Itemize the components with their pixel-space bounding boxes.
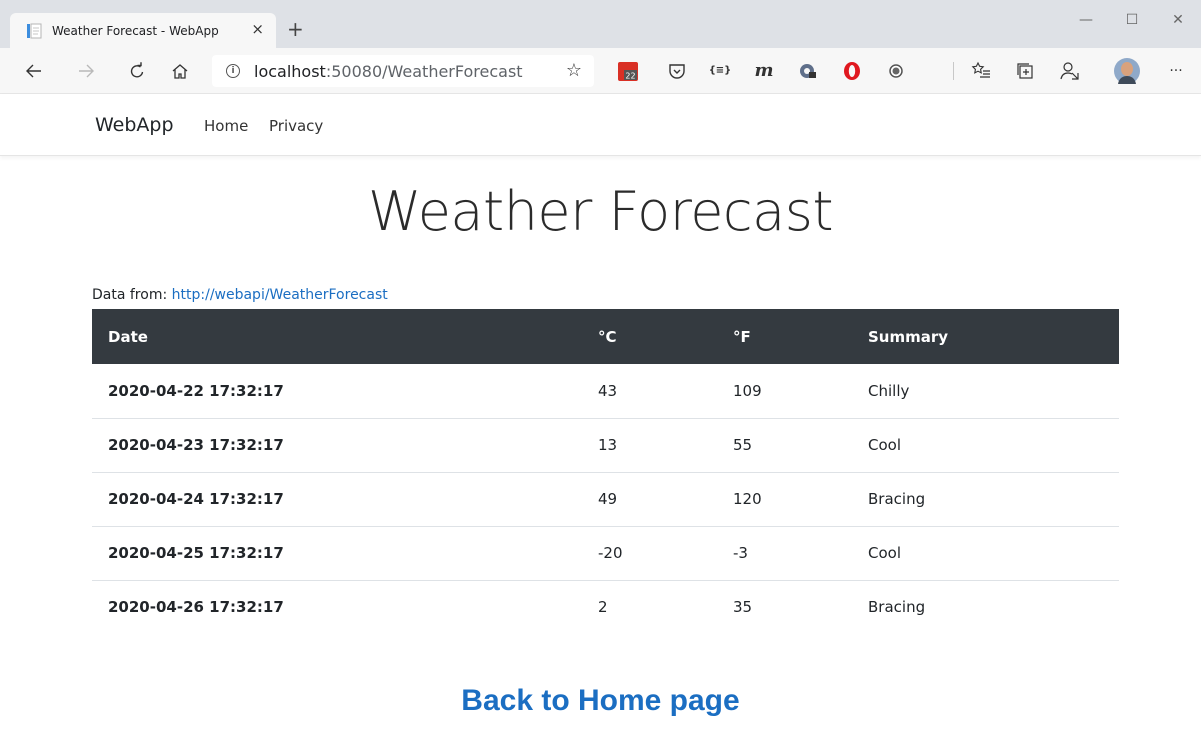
profile-switch-icon[interactable] <box>1058 59 1082 83</box>
cell-fahrenheit: 35 <box>733 598 753 617</box>
cell-fahrenheit: -3 <box>717 526 852 581</box>
cell-summary: Cool <box>852 526 1119 581</box>
forward-arrow-icon <box>74 59 98 83</box>
new-tab-icon[interactable]: + <box>287 18 304 40</box>
data-source-link[interactable]: http://webapi/WeatherForecast <box>172 287 388 303</box>
info-icon[interactable]: i <box>226 64 240 78</box>
page-title: Weather Forecast <box>367 180 834 243</box>
address-bar[interactable]: i localhost:50080/WeatherForecast ☆ <box>212 55 594 87</box>
toolbar-separator <box>953 62 954 80</box>
table-header-row: Date °C °F Summary <box>92 309 1119 364</box>
brand-link[interactable]: WebApp <box>95 114 174 136</box>
cell-fahrenheit: 55 <box>717 418 852 473</box>
back-arrow-icon[interactable] <box>22 59 46 83</box>
home-icon[interactable] <box>168 59 192 83</box>
tab-title: Weather Forecast - WebApp <box>52 23 219 38</box>
cell-date: 2020-04-24 17:32:17 <box>92 472 582 527</box>
header-date: Date <box>108 327 148 346</box>
cell-date: 2020-04-22 17:32:17 <box>92 364 582 419</box>
header-summary: Summary <box>868 327 949 346</box>
avatar[interactable] <box>1113 57 1141 85</box>
cell-summary: Chilly <box>852 364 1119 419</box>
site-navbar: WebApp Home Privacy <box>0 94 1201 156</box>
browser-tab[interactable]: Weather Forecast - WebApp × <box>10 13 276 48</box>
close-window-icon[interactable]: ✕ <box>1155 0 1201 40</box>
cell-date: 2020-04-23 17:32:17 <box>92 418 582 473</box>
forecast-table: Date °C °F Summary 2020-04-22 17:32:17 4… <box>92 309 1119 634</box>
header-fahrenheit: °F <box>733 327 751 346</box>
cell-celsius: 2 <box>598 598 608 617</box>
cell-summary: Bracing <box>868 598 926 617</box>
page-icon <box>26 23 42 39</box>
table-row: 2020-04-23 17:32:17 13 55 Cool <box>92 418 1119 473</box>
table-row: 2020-04-26 17:32:17 2 35 Bracing <box>92 580 1119 634</box>
collections-icon[interactable] <box>1013 59 1037 83</box>
nav-link-home[interactable]: Home <box>204 117 248 135</box>
data-source-label: Data from: <box>92 287 168 303</box>
opera-icon[interactable] <box>840 59 864 83</box>
maximize-icon[interactable]: ☐ <box>1109 0 1155 40</box>
cell-celsius: 13 <box>582 418 717 473</box>
lock-extension-icon[interactable] <box>796 59 820 83</box>
svg-text:22: 22 <box>625 72 635 81</box>
calendar-extension-icon[interactable]: 22 <box>616 59 640 83</box>
m-extension-icon[interactable]: m <box>752 59 776 83</box>
browser-toolbar: i localhost:50080/WeatherForecast ☆ 22 {… <box>0 48 1201 94</box>
cell-summary: Bracing <box>852 472 1119 527</box>
cell-celsius: 43 <box>582 364 717 419</box>
cell-fahrenheit: 109 <box>717 364 852 419</box>
more-icon[interactable]: ··· <box>1164 59 1188 83</box>
window-controls: — ☐ ✕ <box>1063 0 1201 40</box>
browser-tabstrip: Weather Forecast - WebApp × + — ☐ ✕ <box>0 0 1201 48</box>
back-to-home-link[interactable]: Back to Home page <box>0 684 1201 718</box>
header-celsius: °C <box>598 327 617 346</box>
nav-link-privacy[interactable]: Privacy <box>269 117 323 135</box>
cell-date: 2020-04-26 17:32:17 <box>108 598 284 617</box>
tab-close-icon[interactable]: × <box>251 20 264 38</box>
cell-celsius: 49 <box>582 472 717 527</box>
cell-date: 2020-04-25 17:32:17 <box>92 526 582 581</box>
cell-summary: Cool <box>852 418 1119 473</box>
favorites-list-icon[interactable] <box>969 59 993 83</box>
circle-extension-icon[interactable] <box>884 59 908 83</box>
address-text: localhost:50080/WeatherForecast <box>254 61 523 81</box>
data-source: Data from: http://webapi/WeatherForecast <box>92 287 388 303</box>
table-row: 2020-04-25 17:32:17 -20 -3 Cool <box>92 526 1119 581</box>
cell-fahrenheit: 120 <box>717 472 852 527</box>
table-row: 2020-04-22 17:32:17 43 109 Chilly <box>92 364 1119 419</box>
reader-extension-icon[interactable]: {≡} <box>708 59 732 83</box>
table-row: 2020-04-24 17:32:17 49 120 Bracing <box>92 472 1119 527</box>
cell-celsius: -20 <box>582 526 717 581</box>
refresh-icon[interactable] <box>125 59 149 83</box>
favorite-star-icon[interactable]: ☆ <box>566 60 582 81</box>
minimize-icon[interactable]: — <box>1063 0 1109 40</box>
pocket-icon[interactable] <box>665 59 689 83</box>
